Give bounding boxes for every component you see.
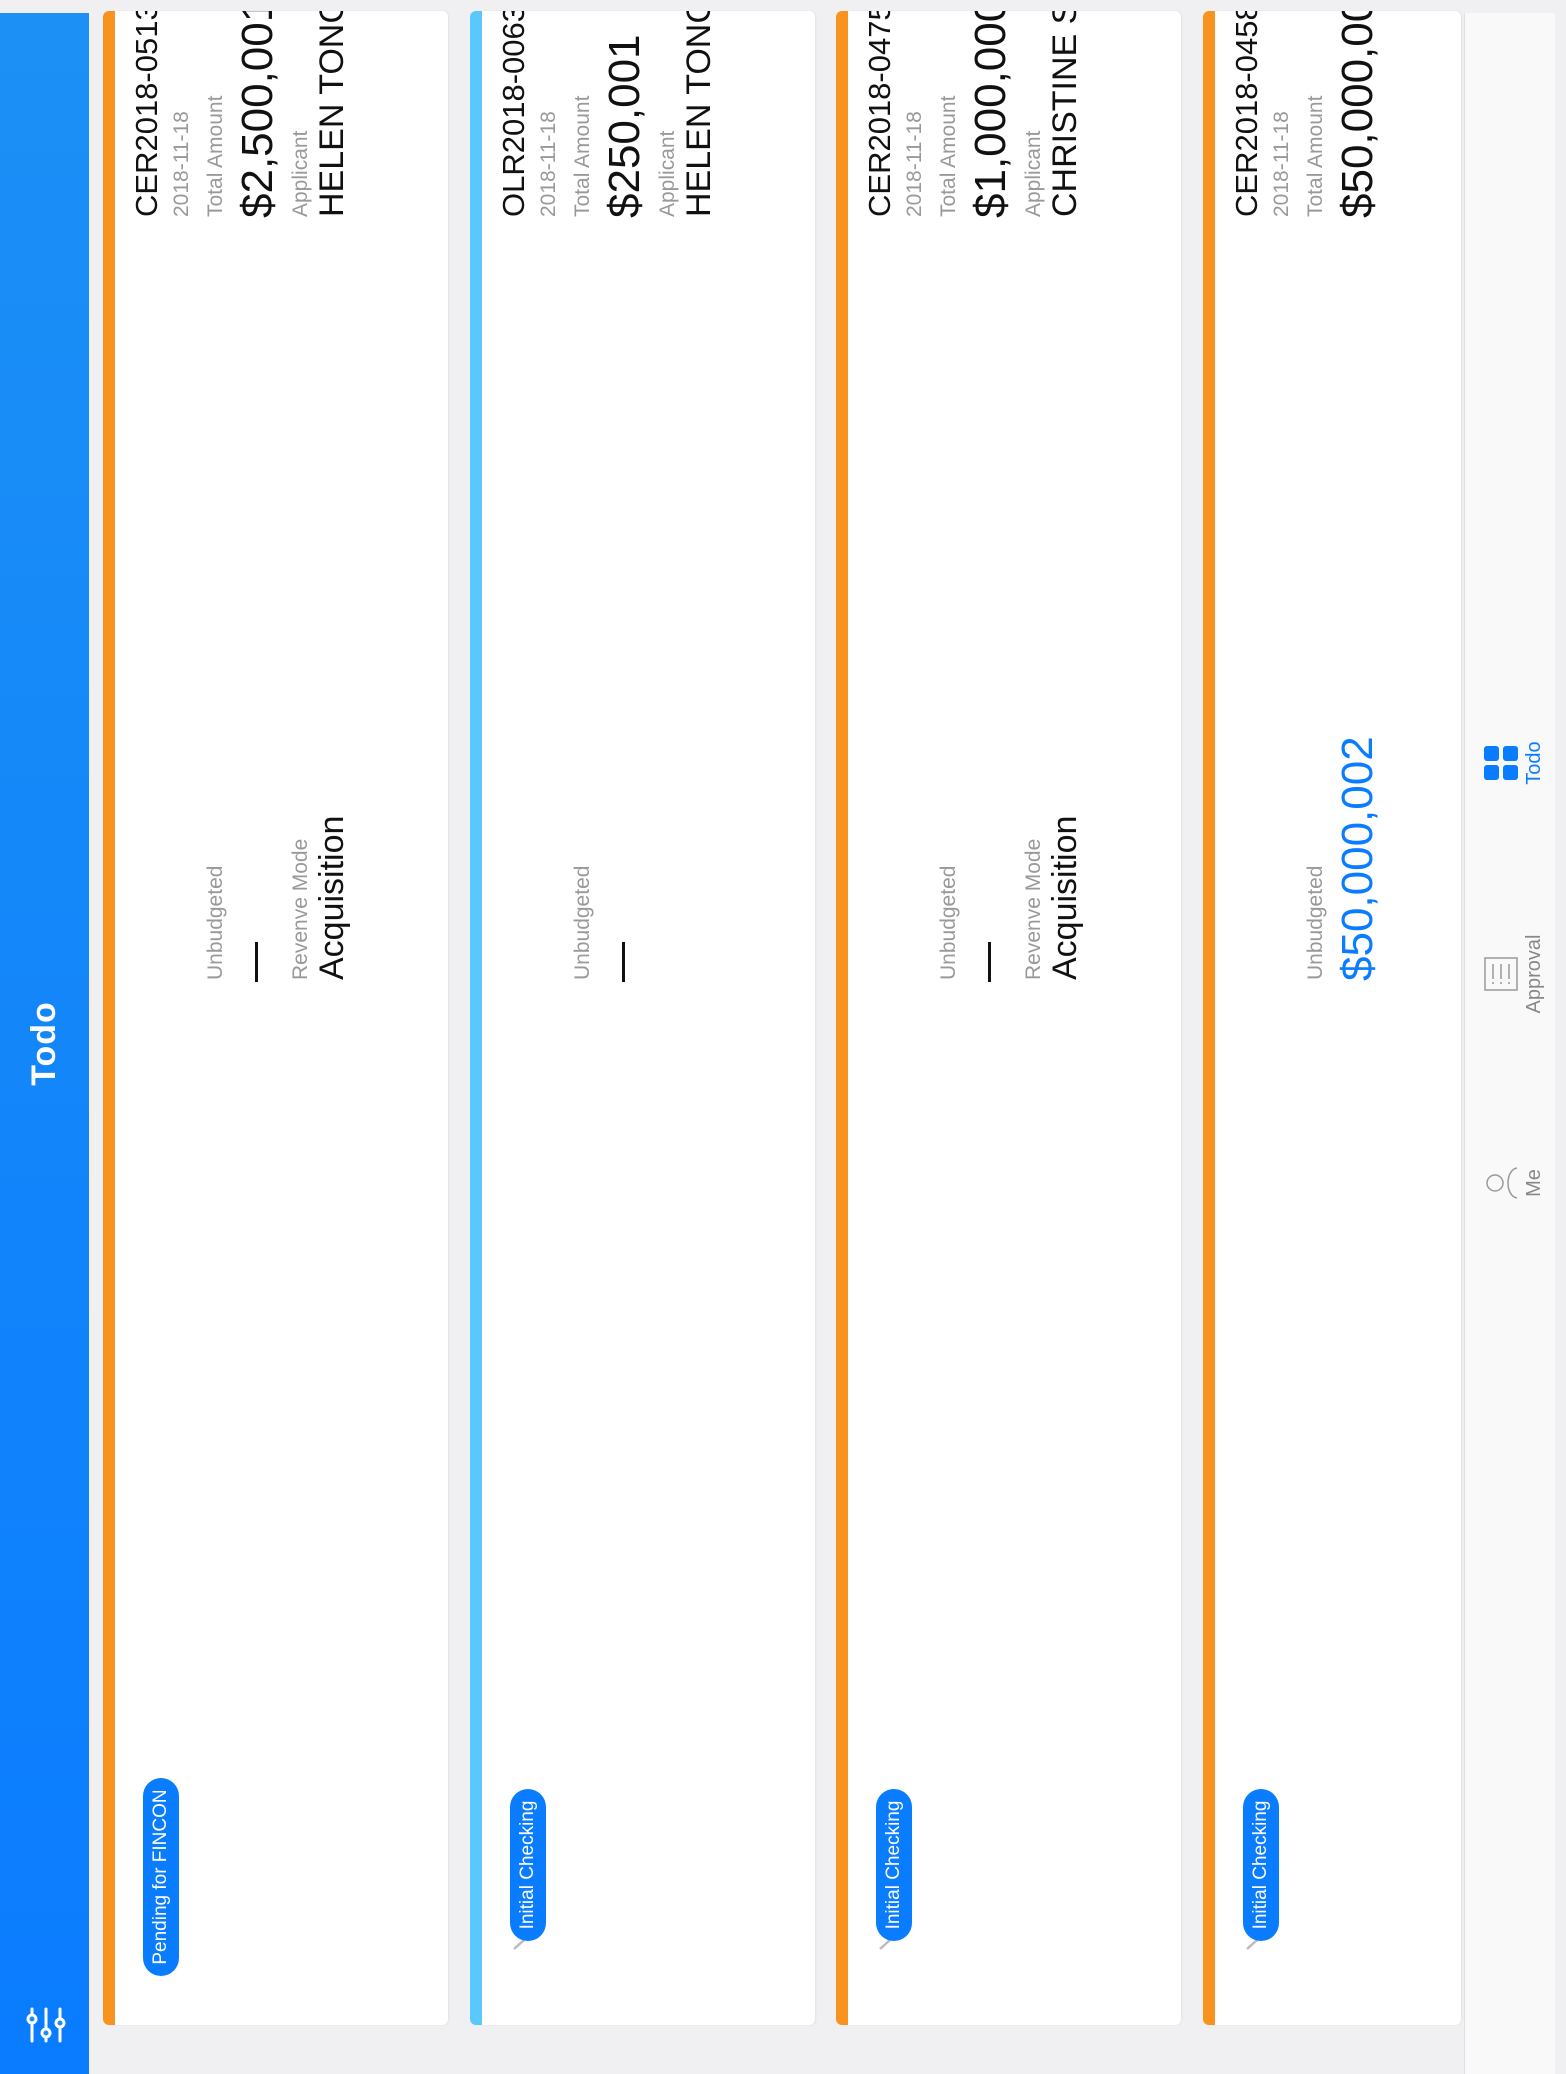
tab-bar: Todo Approval Me	[1464, 13, 1555, 2074]
request-code: CER2018-0458	[1229, 11, 1264, 217]
request-code: OLR2018-0063	[496, 11, 531, 217]
request-card[interactable]: Initial Checking OLR2018-0063 2018-11-18…	[470, 11, 815, 2025]
tab-label: Me	[1523, 1169, 1545, 1197]
tab-approval[interactable]: Approval	[1465, 904, 1555, 1044]
request-code: CER2018-0513	[129, 11, 164, 217]
app-screen: Todo Pending for FINCON CER2018-0513 201…	[0, 0, 1566, 2074]
request-date: 2018-11-18	[1270, 111, 1293, 217]
unbudgeted-label: Unbudgeted	[1304, 865, 1327, 980]
applicant-label: Applicant	[1022, 130, 1045, 217]
tab-me[interactable]: Me	[1465, 1113, 1555, 1253]
applicant-label: Applicant	[656, 130, 679, 217]
request-date: 2018-11-18	[170, 111, 193, 217]
tab-label: Todo	[1523, 741, 1545, 785]
applicant-value: HELEN TONG	[680, 11, 718, 217]
total-amount-value: $50,000,001	[1333, 11, 1382, 218]
card-accent-bar	[836, 11, 848, 2025]
total-amount-label: Total Amount	[571, 95, 594, 217]
total-amount-value: $250,001	[600, 34, 649, 218]
card-accent-bar	[1203, 11, 1215, 2025]
unbudgeted-empty-dash	[255, 942, 258, 982]
revenue-mode-label: Revenve Mode	[289, 838, 312, 980]
revenue-mode-label: Revenve Mode	[1022, 838, 1045, 980]
app-header: Todo	[0, 13, 89, 2074]
unbudgeted-empty-dash	[988, 942, 991, 982]
unbudgeted-value: $50,000,002	[1333, 736, 1382, 981]
unbudgeted-label: Unbudgeted	[571, 865, 594, 980]
request-card[interactable]: Pending for FINCON CER2018-0513 2018-11-…	[103, 11, 448, 2025]
applicant-value: CHRISTINE S YAO	[1046, 11, 1084, 217]
total-amount-label: Total Amount	[937, 95, 960, 217]
applicant-value: HELEN TONG	[313, 11, 351, 217]
total-amount-label: Total Amount	[204, 95, 227, 217]
page-title: Todo	[25, 1001, 63, 1086]
status-badge: Initial Checking	[1243, 1789, 1279, 1941]
request-date: 2018-11-18	[903, 111, 926, 217]
card-accent-bar	[470, 11, 482, 2025]
revenue-mode-value: Acquisition	[1046, 815, 1084, 980]
list-icon	[1484, 957, 1518, 991]
status-badge: Pending for FINCON	[143, 1778, 179, 1976]
grid-icon	[1484, 746, 1518, 780]
tab-todo[interactable]: Todo	[1465, 693, 1555, 833]
sliders-icon[interactable]	[22, 2001, 70, 2049]
total-amount-value: $2,500,001	[233, 11, 282, 218]
status-badge: Initial Checking	[876, 1789, 912, 1941]
tab-label: Approval	[1523, 934, 1545, 1014]
unbudgeted-label: Unbudgeted	[937, 865, 960, 980]
person-icon	[1486, 1167, 1518, 1199]
card-accent-bar	[103, 11, 115, 2025]
unbudgeted-label: Unbudgeted	[204, 865, 227, 980]
request-date: 2018-11-18	[537, 111, 560, 217]
total-amount-label: Total Amount	[1304, 95, 1327, 217]
request-card[interactable]: Initial Checking CER2018-0458 2018-11-18…	[1203, 11, 1461, 2025]
total-amount-value: $1,000,000	[966, 11, 1015, 218]
unbudgeted-empty-dash	[622, 942, 625, 982]
revenue-mode-value: Acquisition	[313, 815, 351, 980]
request-code: CER2018-0475	[862, 11, 897, 217]
status-badge: Initial Checking	[510, 1789, 546, 1941]
applicant-label: Applicant	[289, 130, 312, 217]
request-card[interactable]: Initial Checking CER2018-0475 2018-11-18…	[836, 11, 1181, 2025]
